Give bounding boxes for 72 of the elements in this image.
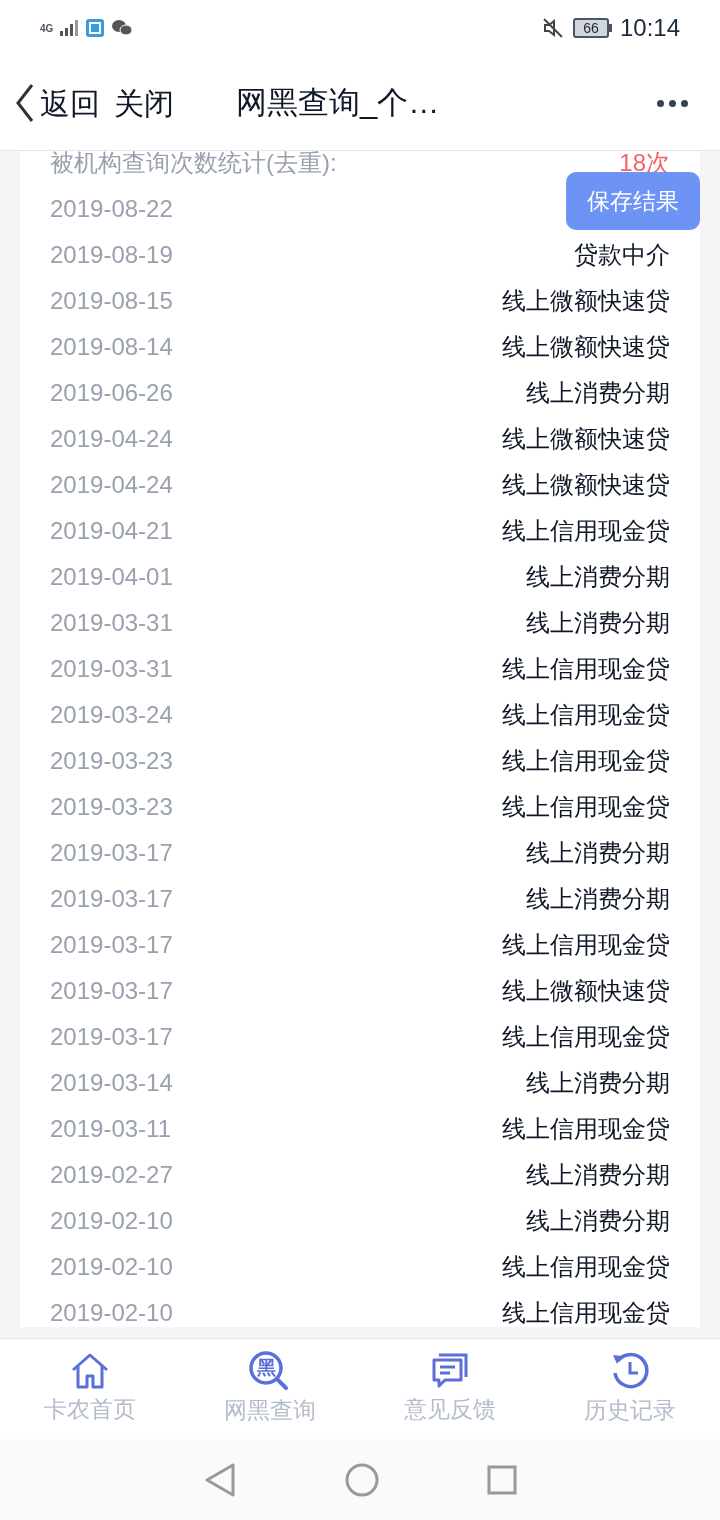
institution-type: 线上微额快速贷 (502, 976, 670, 1006)
institution-type: 线上信用现金贷 (502, 1114, 670, 1144)
query-date: 2019-04-24 (50, 424, 173, 454)
query-date: 2019-02-27 (50, 1160, 173, 1190)
save-button[interactable]: 保存结果 (566, 172, 700, 230)
institution-type: 线上微额快速贷 (502, 286, 670, 316)
home-nav-icon[interactable] (345, 1462, 379, 1497)
clock: 10:14 (619, 13, 680, 43)
query-date: 2019-03-11 (50, 1114, 171, 1144)
recents-nav-icon[interactable] (487, 1464, 517, 1495)
institution-type: 线上信用现金贷 (502, 1022, 670, 1052)
app-icon (85, 18, 106, 38)
back-chevron-icon (14, 83, 36, 123)
query-date: 2019-03-23 (50, 746, 173, 776)
home-icon (70, 1351, 110, 1390)
query-date: 2019-02-10 (50, 1252, 173, 1282)
query-date: 2019-03-23 (50, 792, 173, 822)
query-date: 2019-04-21 (50, 516, 173, 546)
institution-type: 线上信用现金贷 (502, 700, 670, 730)
institution-type: 线上消费分期 (526, 838, 670, 868)
query-date: 2019-03-24 (50, 700, 173, 730)
institution-type: 线上信用现金贷 (502, 516, 670, 546)
institution-type: 线上信用现金贷 (502, 1252, 670, 1282)
query-date: 2019-04-01 (50, 562, 173, 592)
close-link[interactable]: 关闭 (114, 80, 174, 126)
back-button[interactable]: 返回 (14, 80, 100, 126)
institution-type: 线上消费分期 (526, 378, 670, 408)
query-date: 2019-04-24 (50, 470, 173, 500)
institution-type: 线上消费分期 (526, 884, 670, 914)
query-date: 2019-03-14 (50, 1068, 173, 1098)
query-date: 2019-03-31 (50, 608, 173, 638)
query-date: 2019-08-14 (50, 332, 173, 362)
tab-bar-item[interactable]: 意见反馈 (360, 1339, 540, 1439)
query-date: 2019-02-10 (50, 1298, 173, 1328)
tab-bar-item[interactable]: 黑 网黑查询 (180, 1339, 360, 1439)
institution-type: 线上微额快速贷 (502, 424, 670, 454)
institution-type: 线上信用现金贷 (502, 792, 670, 822)
network-label: 4G (40, 21, 54, 36)
query-date: 2019-03-17 (50, 976, 173, 1006)
chat-icon (111, 18, 134, 38)
query-date: 2019-03-31 (50, 654, 173, 684)
institution-type: 线上微额快速贷 (502, 470, 670, 500)
query-date: 2019-08-19 (50, 240, 173, 270)
institution-type: 线上微额快速贷 (502, 332, 670, 362)
back-nav-icon[interactable] (203, 1461, 237, 1498)
query-date: 2019-03-17 (50, 930, 173, 960)
query-date: 2019-06-26 (50, 378, 173, 408)
mute-icon (540, 16, 565, 40)
query-date: 2019-08-15 (50, 286, 173, 316)
query-date: 2019-03-17 (50, 1022, 173, 1052)
page-title: 网黑查询_个… (236, 83, 440, 122)
query-date: 2019-02-10 (50, 1206, 173, 1236)
institution-type: 线上消费分期 (526, 1068, 670, 1098)
institution-type: 线上消费分期 (526, 1206, 670, 1236)
institution-type: 线上信用现金贷 (502, 1298, 670, 1328)
query-date: 2019-08-22 (50, 194, 173, 224)
institution-type: 线上消费分期 (526, 1160, 670, 1190)
institution-type: 线上信用现金贷 (502, 930, 670, 960)
battery-indicator: 66 (572, 18, 612, 38)
signal-icon (59, 19, 80, 37)
institution-type: 线上消费分期 (526, 562, 670, 592)
institution-type: 线上信用现金贷 (502, 746, 670, 776)
institution-type: 线上消费分期 (526, 608, 670, 638)
query-date: 2019-03-17 (50, 838, 173, 868)
tab-bar-item[interactable]: 卡农首页 (0, 1339, 180, 1439)
tab-bar-item[interactable]: 历史记录 (540, 1339, 720, 1439)
institution-type: 线上信用现金贷 (502, 654, 670, 684)
chat-bubbles-icon (431, 1351, 469, 1390)
institution-type: 贷款中介 (574, 240, 670, 270)
summary-label: 被机构查询次数统计(去重): (50, 151, 337, 178)
query-date: 2019-03-17 (50, 884, 173, 914)
history-icon (610, 1350, 650, 1391)
